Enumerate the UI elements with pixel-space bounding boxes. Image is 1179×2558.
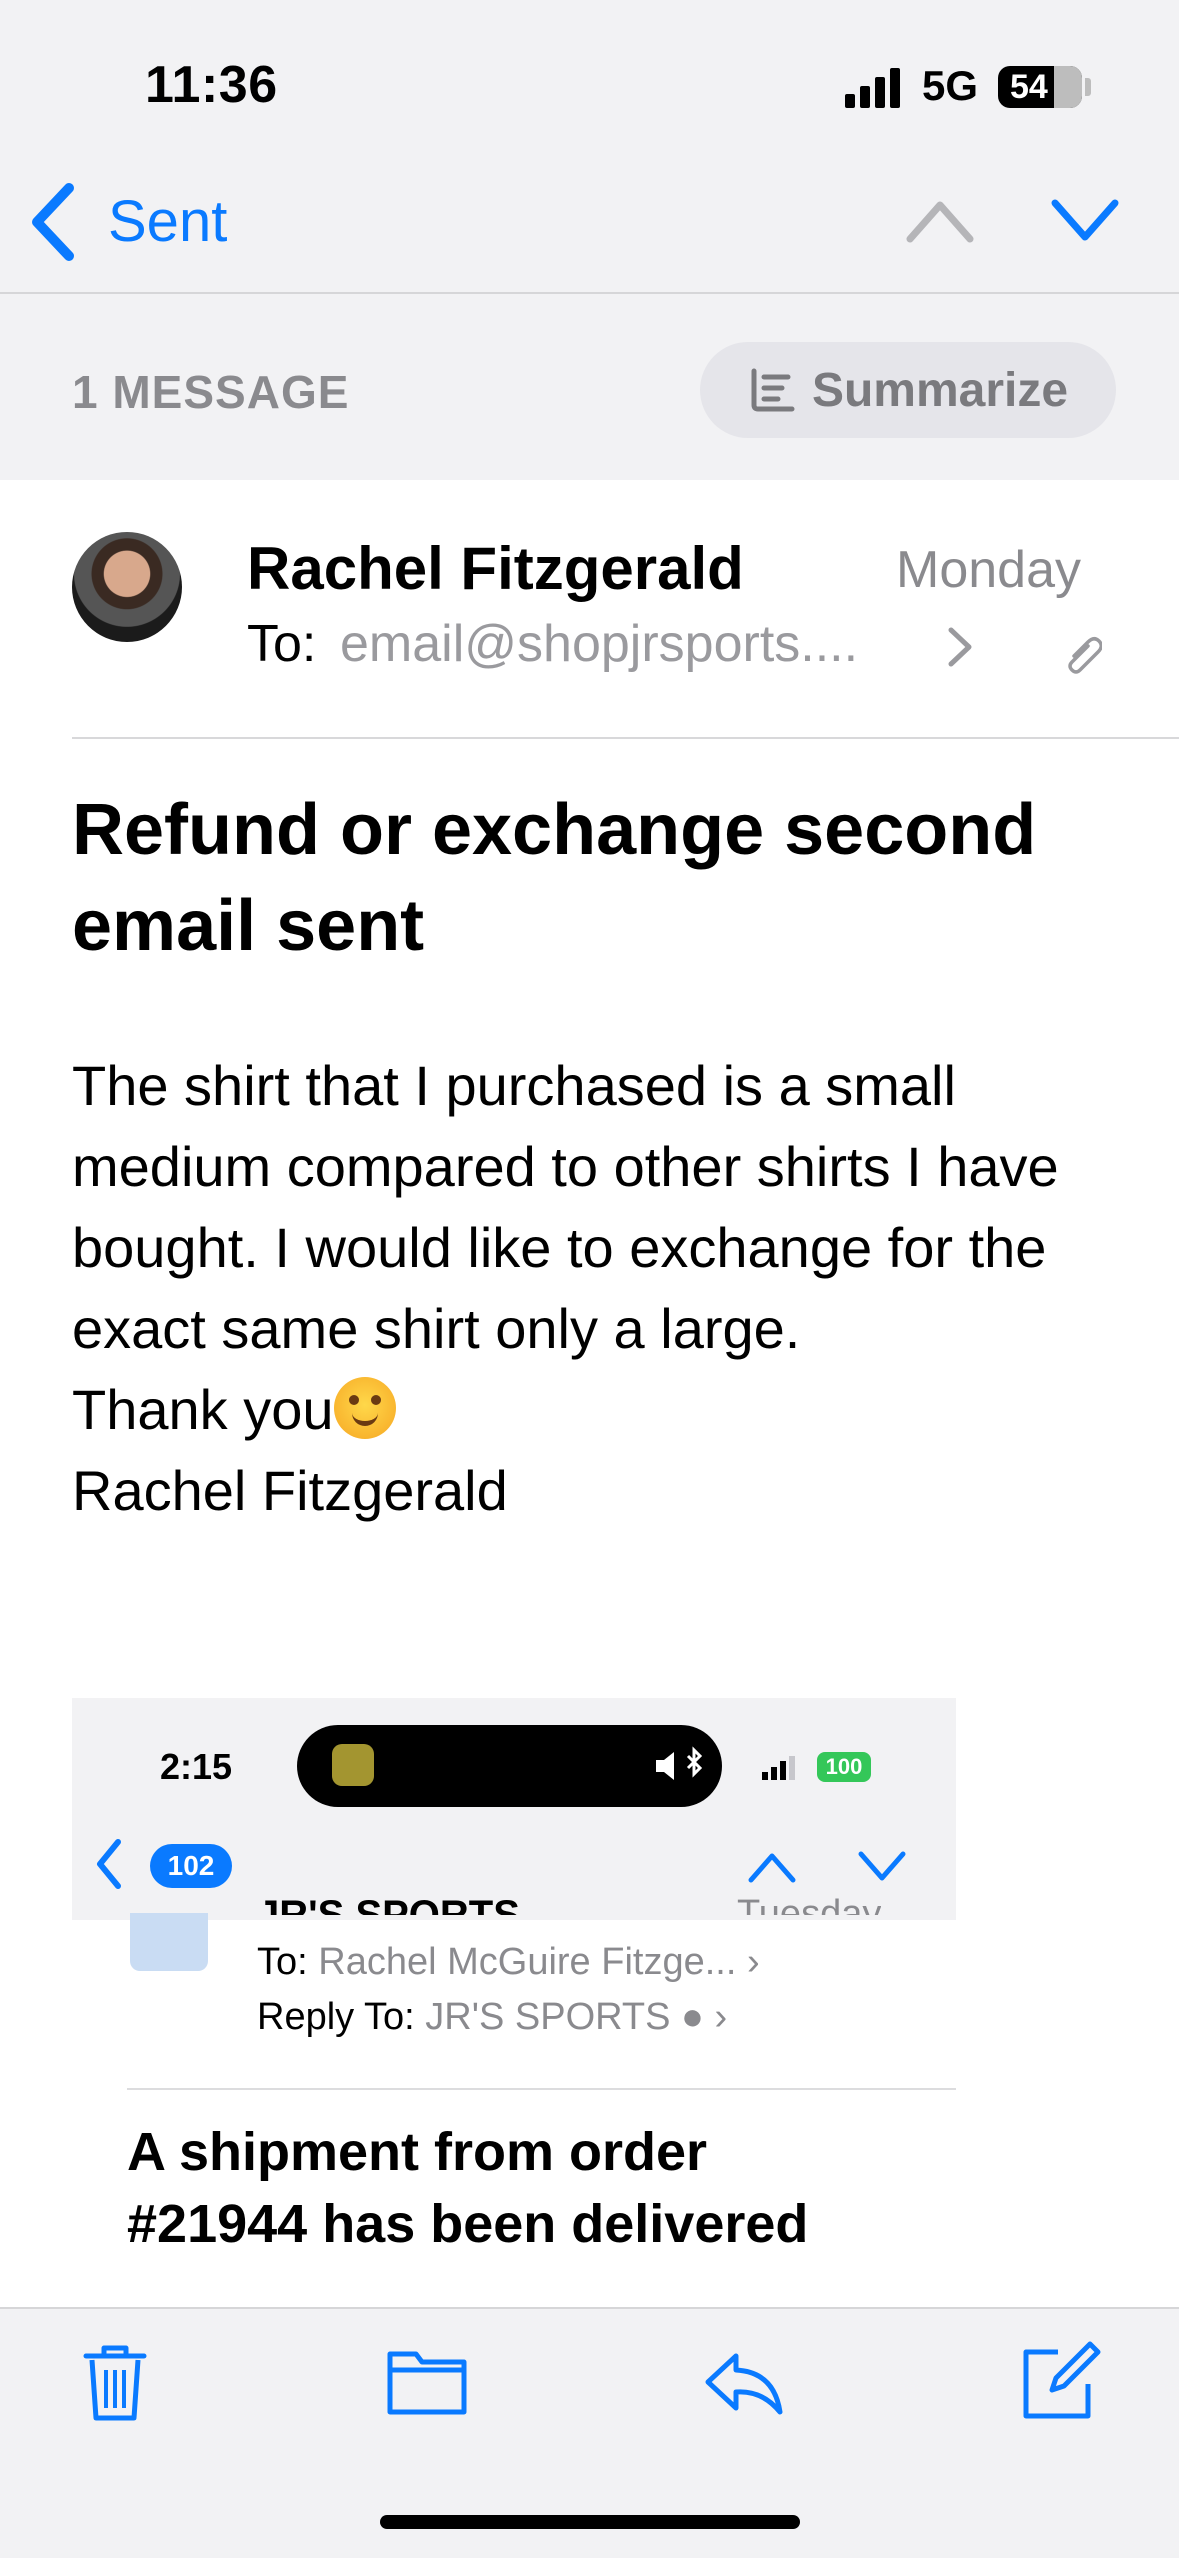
screenshot-sender-avatar: [130, 1913, 208, 1971]
attached-screenshot-image[interactable]: 2:15 100 102 JR'S SPORTS Tuesday To: Rac…: [72, 1698, 956, 2308]
sender-name[interactable]: Rachel Fitzgerald: [247, 534, 744, 603]
trash-icon[interactable]: [72, 2338, 158, 2424]
network-type: 5G: [922, 62, 979, 109]
home-indicator[interactable]: [380, 2515, 800, 2529]
screenshot-reply-value: JR'S SPORTS: [425, 1996, 671, 2038]
email-body: The shirt that I purchased is a small me…: [72, 1045, 1132, 1531]
email-subject: Refund or exchange second email sent: [72, 790, 1037, 966]
chevron-right-icon[interactable]: [945, 624, 975, 670]
reply-icon[interactable]: [700, 2338, 786, 2424]
screenshot-time: 2:15: [160, 1746, 233, 1787]
sender-avatar[interactable]: [72, 532, 182, 642]
screenshot-unread-badge: 102: [150, 1844, 232, 1888]
screenshot-to-line: To: Rachel McGuire Fitzge... ›: [257, 1941, 760, 1983]
next-message-icon[interactable]: [1050, 195, 1120, 245]
summarize-button[interactable]: Summarize: [700, 342, 1116, 438]
compose-icon[interactable]: [1016, 2338, 1102, 2424]
message-count: 1 MESSAGE: [72, 366, 350, 418]
summarize-icon: [751, 368, 795, 412]
smiling-emoji-icon: [333, 1377, 396, 1439]
paperclip-icon: [1068, 637, 1102, 674]
battery-tip: [1085, 78, 1091, 96]
body-main: The shirt that I purchased is a small me…: [72, 1054, 1075, 1360]
folder-icon[interactable]: [384, 2338, 470, 2424]
screenshot-divider: [127, 2088, 956, 2090]
screenshot-sender-cut: JR'S SPORTS: [257, 1893, 520, 1915]
screenshot-to-label: To:: [257, 1941, 308, 1983]
summarize-label: Summarize: [811, 363, 1069, 417]
header-divider: [72, 737, 1179, 739]
screenshot-reply-label: Reply To:: [257, 1996, 415, 2038]
screenshot-back-chevron-icon: [97, 1839, 121, 1889]
screenshot-battery: 100: [817, 1752, 871, 1782]
to-label: To:: [247, 615, 317, 673]
status-time: 11:36: [145, 56, 278, 114]
speaker-bluetooth-icon: [656, 1746, 703, 1780]
previous-message-icon[interactable]: [905, 195, 975, 245]
screenshot-date-cut: Tuesday: [737, 1893, 882, 1915]
email-date: Monday: [896, 541, 1081, 599]
screenshot-subject: A shipment from order #21944 has been de…: [127, 2122, 809, 2254]
back-button-label[interactable]: Sent: [108, 188, 227, 255]
back-chevron-icon[interactable]: [25, 180, 85, 264]
island-app-icon: [332, 1744, 374, 1786]
screenshot-to-value: Rachel McGuire Fitzge...: [318, 1941, 737, 1983]
screenshot-down-chevron-icon: [858, 1851, 906, 1881]
signal-icon: [845, 68, 900, 108]
body-signature: Rachel Fitzgerald: [72, 1459, 508, 1522]
screenshot-up-chevron-icon: [748, 1853, 796, 1883]
nav-divider: [0, 292, 1179, 294]
battery-level: 54: [1010, 67, 1048, 106]
screenshot-signal-icon: [762, 1756, 795, 1780]
body-thanks: Thank you: [72, 1378, 334, 1441]
to-recipient[interactable]: email@shopjrsports....: [340, 614, 858, 674]
battery-indicator: 54: [998, 66, 1082, 108]
screenshot-reply-line: Reply To: JR'S SPORTS ● ›: [257, 1996, 728, 2038]
